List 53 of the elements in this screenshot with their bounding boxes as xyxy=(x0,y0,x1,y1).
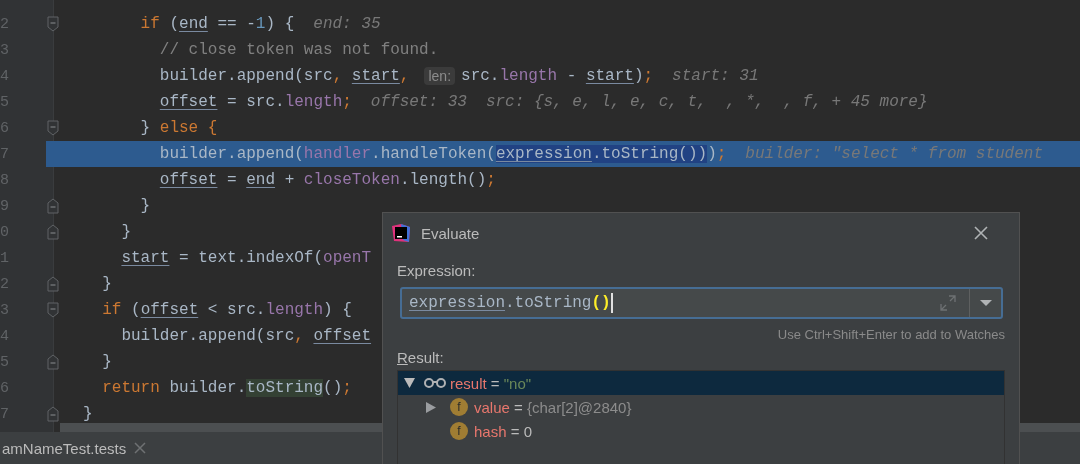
inline-value-hint: src: {s, e, l, e, c, t, , *, , f, + 45 more} xyxy=(485,93,928,111)
dropdown-caret-icon[interactable] xyxy=(980,299,992,307)
code-text: } xyxy=(139,196,151,217)
code-text: offset = src.length; xyxy=(158,92,352,113)
inline-value-hint: builder: "select * from student xyxy=(745,145,1043,163)
code-text: builder.append(src, start, xyxy=(158,66,410,87)
parameter-hint: len: xyxy=(424,67,456,85)
field-icon: f xyxy=(450,398,468,416)
tree-row[interactable]: f value = {char[2]@2840} xyxy=(398,395,1004,419)
code-text: builder.append(src, offset xyxy=(120,326,372,347)
field-icon: f xyxy=(450,422,468,440)
code-text: builder.append(handler.handleToken(expression.toString())); xyxy=(158,144,727,165)
inline-value-hint: end: 35 xyxy=(313,15,381,33)
code-text: } else { xyxy=(139,118,218,139)
watches-hint: Use Ctrl+Shift+Enter to add to Watches xyxy=(777,327,1005,342)
fold-icon[interactable] xyxy=(47,224,59,240)
close-icon[interactable] xyxy=(974,226,988,240)
close-icon[interactable] xyxy=(134,442,147,454)
code-text: } xyxy=(120,222,131,243)
fold-icon[interactable] xyxy=(47,198,59,214)
code-text: if (offset < src.length) { xyxy=(101,300,352,321)
fold-icon[interactable] xyxy=(47,354,59,370)
inline-value-hint: offset: 33 xyxy=(370,93,467,111)
code-text: // close token was not found. xyxy=(158,40,439,61)
tree-item-text: result = "no" xyxy=(450,374,532,392)
fold-icon[interactable] xyxy=(47,406,59,422)
code-text: return builder.toString(); xyxy=(101,378,352,399)
code-text: src.length - start); xyxy=(461,66,654,87)
expand-arrow-icon[interactable] xyxy=(426,401,436,413)
result-label: Result: xyxy=(397,349,445,366)
app-logo-icon xyxy=(392,224,410,242)
code-text: if (end == -1) { xyxy=(139,14,295,35)
code-text: offset = end + closeToken.length(); xyxy=(158,170,496,191)
glasses-icon xyxy=(424,377,446,389)
code-text: } xyxy=(83,404,93,425)
expression-field[interactable]: expression.toString() xyxy=(400,287,1003,319)
dialog-title: Evaluate xyxy=(421,224,480,242)
fold-icon[interactable] xyxy=(47,302,59,318)
expand-arrow-icon[interactable] xyxy=(404,378,415,388)
code-text: start = text.indexOf(openT xyxy=(120,248,372,269)
fold-icon[interactable] xyxy=(47,120,59,136)
tree-item-text: value = {char[2]@2840} xyxy=(474,398,632,416)
expand-icon[interactable] xyxy=(940,295,956,311)
fold-icon[interactable] xyxy=(47,276,59,292)
inline-value-hint: start: 31 xyxy=(672,67,759,85)
tree-row[interactable]: f hash = 0 xyxy=(398,419,1004,443)
tree-row[interactable]: result = "no" xyxy=(398,371,1004,395)
code-text: } xyxy=(101,274,112,295)
fold-icon[interactable] xyxy=(47,16,59,32)
code-text: } xyxy=(101,352,112,373)
editor-tab[interactable]: amNameTest.tests xyxy=(2,439,127,457)
expression-label: Expression: xyxy=(397,262,477,279)
tree-item-text: hash = 0 xyxy=(474,422,532,440)
